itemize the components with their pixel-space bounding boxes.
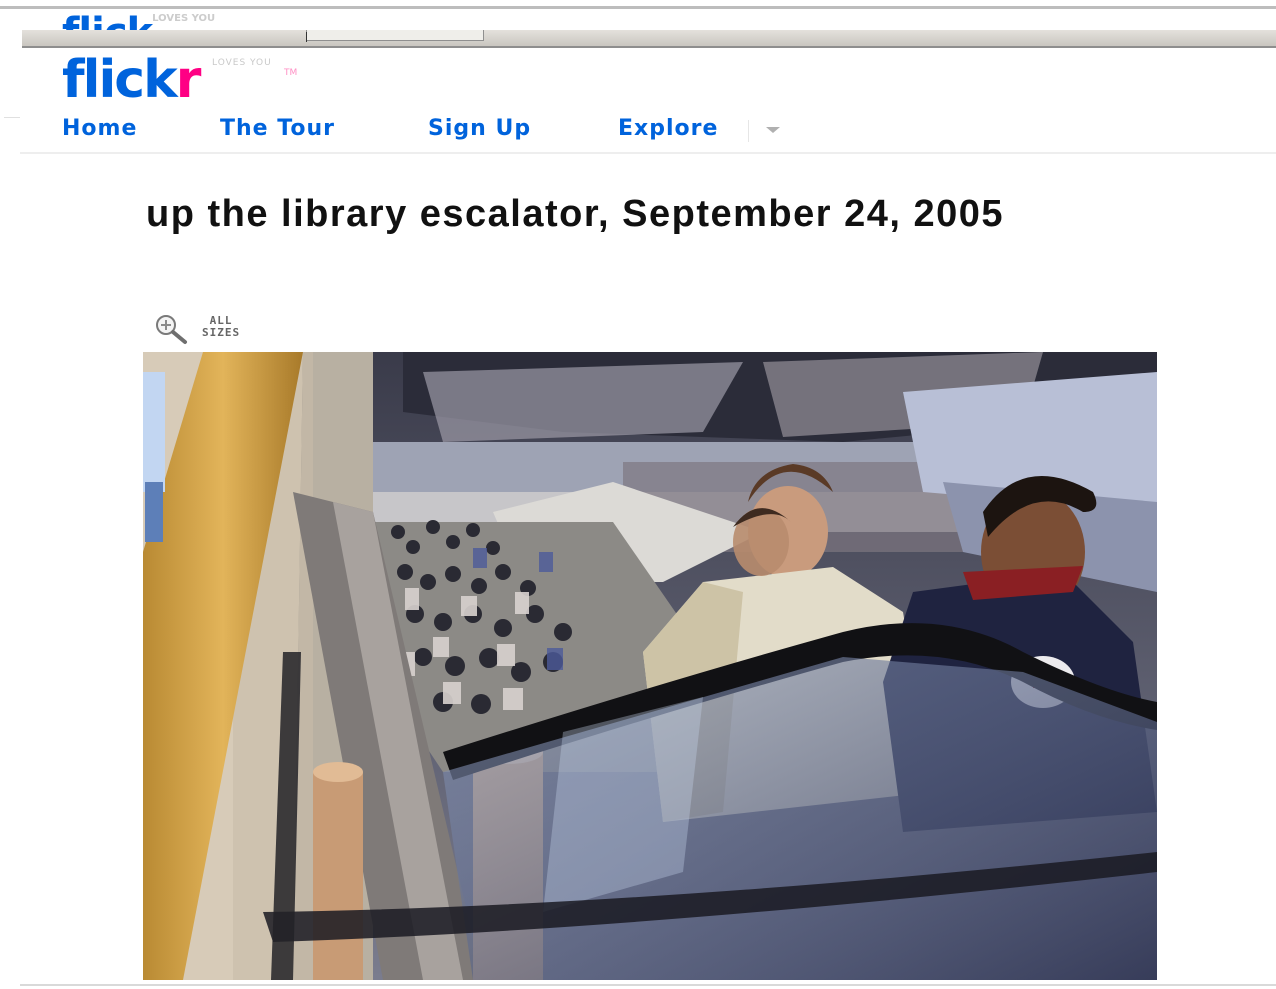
nav-item-sign-up[interactable]: Sign Up [428, 116, 531, 141]
logo-trademark: TM [284, 68, 298, 78]
chevron-down-icon[interactable] [766, 127, 780, 133]
nav-item-explore[interactable]: Explore [618, 116, 718, 141]
nav-item-home[interactable]: Home [62, 116, 137, 141]
magnifier-icon [156, 315, 187, 344]
bottom-rule [20, 984, 1276, 986]
photo-image[interactable] [143, 352, 1157, 980]
nav-rule [20, 152, 1276, 154]
left-edge-rule [4, 117, 20, 118]
browser-toolbar [22, 30, 1276, 48]
nav-divider [748, 120, 749, 142]
nav-item-the-tour[interactable]: The Tour [220, 116, 335, 141]
flickr-logo[interactable]: flickr [62, 50, 201, 110]
toolbar-field[interactable] [306, 30, 484, 41]
ghost-logo-fragment: flickLOVES YOU [62, 10, 216, 31]
all-sizes-button[interactable]: ALL SIZES [150, 311, 260, 347]
all-sizes-label: ALL SIZES [202, 314, 241, 339]
logo-tagline: LOVES YOU [212, 58, 272, 68]
text-cursor [306, 32, 307, 42]
photo-title: up the library escalator, September 24, … [146, 193, 1005, 235]
escalator-photo-illustration [143, 352, 1157, 980]
